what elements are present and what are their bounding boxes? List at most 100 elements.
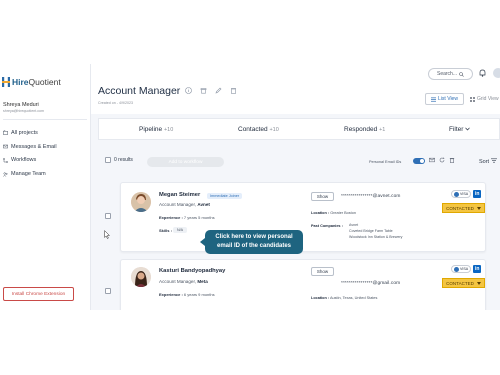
sidebar-nav: All projects Messages & Email Workflows … <box>3 126 57 181</box>
list-view-button[interactable]: List View <box>425 93 464 105</box>
user-email: shreya@hirequotient.com <box>3 109 45 113</box>
edit-icon[interactable] <box>215 87 222 94</box>
sidebar: Hire Quotient Shreya Meduri shreya@hirequ… <box>0 64 91 310</box>
brand-prefix: Hire <box>12 77 29 87</box>
linkedin-icon[interactable]: in <box>473 190 482 198</box>
archive-icon[interactable] <box>200 87 207 94</box>
list-view-label: List View <box>438 96 458 102</box>
row-checkbox[interactable] <box>105 213 111 219</box>
personal-email-toggle[interactable] <box>413 158 425 164</box>
search-button[interactable]: Search... <box>428 68 473 80</box>
status-label: CONTACTED <box>446 205 474 211</box>
sidebar-item-label: Messages & Email <box>11 143 57 150</box>
brand-logo[interactable]: Hire Quotient <box>2 77 61 87</box>
sidebar-item-label: Workflows <box>11 157 37 164</box>
created-date: Created on - 4/9/2023 <box>98 101 133 105</box>
app-window: Hire Quotient Shreya Meduri shreya@hirequ… <box>0 64 500 310</box>
row-checkbox[interactable] <box>105 288 111 294</box>
masked-email: ****************@gmail.com <box>341 281 401 286</box>
tooltip-line: email ID of the candidates <box>216 242 292 249</box>
sort-icon <box>490 158 497 163</box>
caret-down-icon <box>476 206 481 210</box>
sort-label: Sort <box>479 159 490 165</box>
skills-label: Skills : <box>159 228 172 233</box>
chevron-down-icon <box>465 127 471 131</box>
user-info[interactable]: Shreya Meduri shreya@hirequotient.com <box>3 102 44 113</box>
immediate-joiner-badge: Immediate Joiner <box>207 193 243 199</box>
page-header: Account Manager Created on - 4/9/2023 Se… <box>91 64 500 114</box>
stat-label: Contacted <box>238 125 268 133</box>
visa-badge: VISA <box>451 265 472 273</box>
user-name: Shreya Meduri <box>3 102 39 108</box>
skill-tag: N/A <box>173 227 187 233</box>
info-icon[interactable] <box>185 87 192 94</box>
select-all-checkbox[interactable] <box>105 157 111 163</box>
bell-icon[interactable] <box>479 69 486 77</box>
show-email-button[interactable]: Show <box>311 192 334 201</box>
linkedin-icon[interactable]: in <box>473 265 482 273</box>
stat-pipeline[interactable]: Pipeline +10 <box>139 126 173 133</box>
brand-suffix: Quotient <box>28 77 61 87</box>
candidate-role: Account Manager, Meta <box>159 279 208 284</box>
stat-label: Pipeline <box>139 125 163 133</box>
past-companies-label: Past Companies : <box>311 224 343 228</box>
check-icon <box>454 191 459 197</box>
caret-down-icon <box>476 281 481 285</box>
candidate-name[interactable]: Megan Steimer <box>159 192 200 198</box>
add-to-workflow-button[interactable]: Add to workflow <box>147 157 224 167</box>
candidate-experience: Experience : 7 years 5 months <box>159 215 215 220</box>
results-toolbar: 0 results Add to workflow Personal Email… <box>98 154 500 168</box>
mail-icon <box>3 144 8 149</box>
filter-label: Filter <box>449 125 464 133</box>
sort-button[interactable]: Sort <box>479 158 497 165</box>
sidebar-item-label: All projects <box>11 129 38 136</box>
sidebar-item-all-projects[interactable]: All projects <box>3 126 57 140</box>
mail-icon[interactable] <box>429 157 435 163</box>
page-title: Account Manager <box>98 85 181 97</box>
masked-email: ****************@avnet.com <box>341 194 401 199</box>
stat-count: +10 <box>269 126 279 133</box>
visa-linkedin-group: VISA in <box>451 190 482 198</box>
sidebar-item-manage-team[interactable]: Manage Team <box>3 167 57 181</box>
visa-label: VISA <box>460 267 469 271</box>
install-chrome-extension-button[interactable]: Install Chrome Extension <box>3 287 74 301</box>
grid-view-label: Grid View <box>477 96 499 102</box>
stat-count: +10 <box>163 126 174 133</box>
candidate-card[interactable]: Megan Steimer Immediate Joiner Account M… <box>120 182 486 252</box>
search-icon <box>459 71 464 77</box>
visa-label: VISA <box>460 192 469 196</box>
title-actions <box>185 87 237 94</box>
past-companies-list: Avnet Coveted Bridge Farm Table Woodstoc… <box>349 223 402 240</box>
team-icon <box>3 172 8 177</box>
logo-icon <box>2 77 10 87</box>
tooltip-line: Click here to view personal <box>215 234 293 240</box>
filter-button[interactable]: Filter <box>449 125 471 133</box>
trash-icon[interactable] <box>230 87 237 94</box>
stat-responded[interactable]: Responded +1 <box>344 126 385 133</box>
visa-badge: VISA <box>451 190 472 198</box>
candidate-avatar <box>131 267 151 287</box>
candidate-card[interactable]: Kasturi Bandyopadhyay Account Manager, M… <box>120 259 486 310</box>
visa-linkedin-group: VISA in <box>451 265 482 273</box>
candidate-name[interactable]: Kasturi Bandyopadhyay <box>159 268 225 274</box>
personal-email-label: Personal Email IDs <box>369 160 402 164</box>
candidate-experience: Experience : 6 years 9 months <box>159 292 215 297</box>
show-email-button[interactable]: Show <box>311 267 334 276</box>
results-label: 0 results <box>114 157 133 163</box>
refresh-icon[interactable] <box>439 157 445 163</box>
user-avatar[interactable] <box>493 68 500 78</box>
personal-email-tooltip: Click here to view personal email ID of … <box>200 230 303 254</box>
trash-icon[interactable] <box>449 157 455 163</box>
status-label: CONTACTED <box>446 280 474 286</box>
status-dropdown[interactable]: CONTACTED <box>442 203 485 213</box>
toolbar-icons <box>429 157 455 163</box>
sidebar-item-workflows[interactable]: Workflows <box>3 154 57 168</box>
pipeline-stats-bar: Pipeline +10 Contacted +10 Responded +1 … <box>98 118 500 140</box>
mouse-cursor-icon <box>104 230 110 239</box>
grid-view-button[interactable]: Grid View <box>467 93 500 105</box>
workflow-icon <box>3 158 8 163</box>
list-icon <box>431 97 437 102</box>
sidebar-item-messages[interactable]: Messages & Email <box>3 140 57 154</box>
status-dropdown[interactable]: CONTACTED <box>442 278 485 288</box>
stat-contacted[interactable]: Contacted +10 <box>238 126 279 133</box>
